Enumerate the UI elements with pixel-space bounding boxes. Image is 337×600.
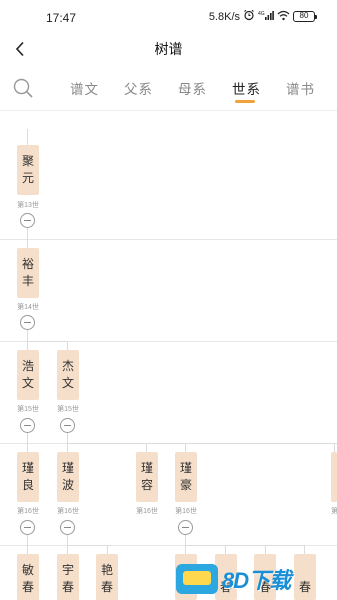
minus-icon bbox=[24, 527, 31, 528]
connector-line bbox=[27, 535, 28, 554]
person-node[interactable]: 聚元 bbox=[17, 145, 39, 195]
wifi-icon bbox=[277, 10, 290, 24]
title-bar: 树谱 bbox=[0, 34, 337, 64]
tab-maternal[interactable]: 母系 bbox=[178, 78, 207, 98]
signal-icon: 4G bbox=[258, 10, 274, 24]
generation-label: 第16世 bbox=[17, 508, 39, 515]
alarm-icon bbox=[243, 9, 255, 24]
connector-line bbox=[185, 443, 186, 452]
connector-line bbox=[27, 433, 28, 452]
minus-icon bbox=[24, 425, 31, 426]
person-node[interactable]: 艳春 bbox=[96, 554, 118, 600]
status-indicators: 5.8K/s 4G 80 bbox=[208, 9, 317, 24]
person-node[interactable]: 瑾波 bbox=[57, 452, 79, 502]
minus-icon bbox=[24, 322, 31, 323]
collapse-toggle[interactable] bbox=[20, 418, 35, 433]
connector-line bbox=[27, 341, 67, 342]
connector-line bbox=[67, 443, 337, 444]
person-node[interactable]: 浩文 bbox=[17, 350, 39, 400]
person-node[interactable]: 瑾容 bbox=[136, 452, 158, 502]
tab-bar: 谱文 父系 母系 世系 谱书 bbox=[0, 70, 337, 108]
minus-icon bbox=[64, 425, 71, 426]
generation-label: 第14世 bbox=[17, 304, 39, 311]
connector-line bbox=[225, 545, 226, 554]
generation-label: 第13世 bbox=[17, 202, 39, 209]
watermark: 8D下载 bbox=[176, 562, 337, 596]
connector-line bbox=[265, 545, 266, 554]
connector-line bbox=[146, 443, 147, 452]
person-node-partial[interactable]: 瑾 bbox=[331, 452, 337, 502]
tab-genealogy-text[interactable]: 谱文 bbox=[70, 78, 99, 98]
active-tab-indicator bbox=[235, 100, 255, 103]
page-title: 树谱 bbox=[154, 42, 183, 58]
connector-line bbox=[27, 129, 28, 145]
generation-label: 第16世 bbox=[57, 508, 79, 515]
watermark-logo-icon bbox=[176, 564, 218, 594]
collapse-toggle[interactable] bbox=[20, 315, 35, 330]
watermark-text: 8D下载 bbox=[222, 568, 291, 593]
collapse-toggle[interactable] bbox=[178, 520, 193, 535]
minus-icon bbox=[64, 527, 71, 528]
person-node[interactable]: 宇春 bbox=[57, 554, 79, 600]
search-button[interactable] bbox=[12, 77, 34, 99]
collapse-toggle[interactable] bbox=[60, 520, 75, 535]
generation-divider bbox=[0, 239, 337, 240]
status-time: 17:47 bbox=[46, 11, 77, 25]
connector-line bbox=[27, 228, 28, 248]
minus-icon bbox=[24, 220, 31, 221]
person-node[interactable]: 杰文 bbox=[57, 350, 79, 400]
battery-icon: 80 bbox=[293, 11, 317, 22]
minus-icon bbox=[182, 527, 189, 528]
connector-line bbox=[107, 545, 108, 554]
collapse-toggle[interactable] bbox=[60, 418, 75, 433]
tab-lineage[interactable]: 世系 bbox=[232, 78, 261, 98]
connector-line bbox=[27, 330, 28, 350]
collapse-toggle[interactable] bbox=[20, 520, 35, 535]
collapse-toggle[interactable] bbox=[20, 213, 35, 228]
person-node[interactable]: 敏春 bbox=[17, 554, 39, 600]
generation-label: 第 bbox=[331, 508, 337, 515]
connector-line bbox=[334, 443, 335, 452]
generation-label: 第15世 bbox=[17, 406, 39, 413]
connector-line bbox=[67, 545, 107, 546]
network-type: 4G bbox=[258, 11, 265, 17]
person-node[interactable]: 裕丰 bbox=[17, 248, 39, 298]
network-speed: 5.8K/s bbox=[208, 10, 240, 23]
tab-genealogy-book[interactable]: 谱书 bbox=[286, 78, 315, 98]
family-tree: 聚元 第13世 裕丰 第14世 浩文 第15世 杰文 第15世 瑾良 第16世 … bbox=[0, 111, 337, 600]
person-node[interactable]: 瑾良 bbox=[17, 452, 39, 502]
tab-paternal[interactable]: 父系 bbox=[124, 78, 153, 98]
connector-line bbox=[185, 545, 305, 546]
generation-label: 第16世 bbox=[136, 508, 158, 515]
person-node[interactable]: 瑾豪 bbox=[175, 452, 197, 502]
connector-line bbox=[304, 545, 305, 554]
generation-label: 第15世 bbox=[57, 406, 79, 413]
connector-line bbox=[67, 341, 68, 350]
search-icon bbox=[13, 78, 33, 98]
status-bar: 17:47 5.8K/s 4G 80 bbox=[0, 0, 337, 34]
generation-label: 第16世 bbox=[175, 508, 197, 515]
